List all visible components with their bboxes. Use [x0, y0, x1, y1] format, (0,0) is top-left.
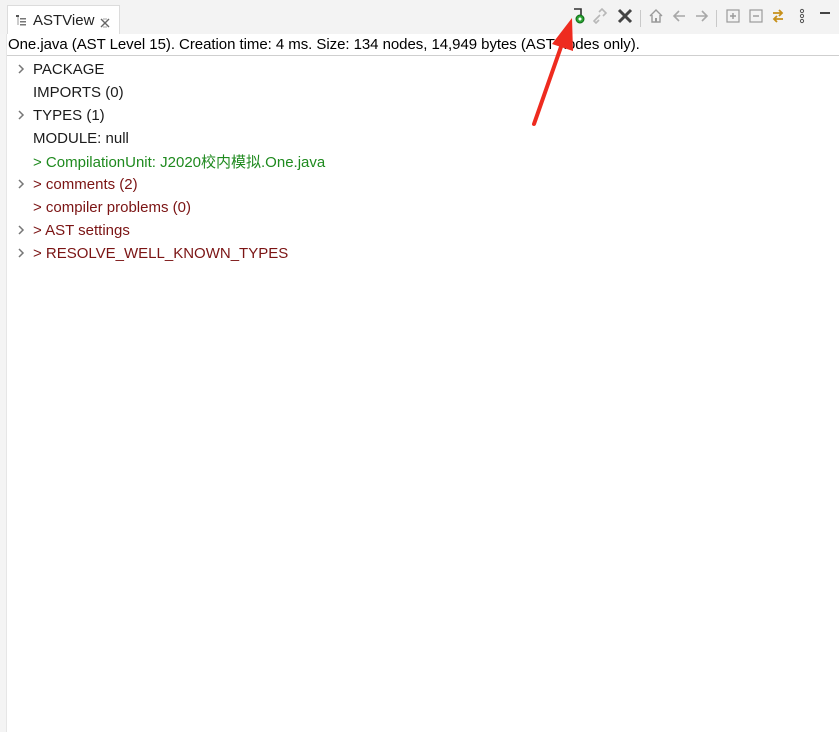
minimize-button[interactable] [816, 4, 834, 24]
back-button[interactable] [670, 8, 688, 28]
status-divider [7, 55, 839, 56]
collapse-all-button[interactable] [747, 8, 765, 28]
left-edge-strip [0, 0, 7, 732]
tree-item[interactable]: > AST settings [7, 219, 839, 242]
tree-item[interactable]: IMPORTS (0) [7, 81, 839, 104]
tree-item-label: > compiler problems (0) [33, 199, 191, 216]
minimize-icon [818, 5, 832, 23]
chevron-right-icon[interactable] [15, 109, 27, 121]
tree-item-label: > CompilationUnit: J2020校内模拟.One.java [33, 154, 326, 171]
tree-item[interactable]: PACKAGE [7, 58, 839, 81]
close-icon[interactable] [100, 15, 110, 28]
chevron-right-icon[interactable] [15, 63, 27, 75]
link-button[interactable] [592, 7, 610, 29]
expand-all-icon [725, 8, 741, 29]
tree-view-icon [15, 14, 28, 27]
arrow-right-icon [694, 8, 710, 29]
clear-button[interactable] [616, 8, 634, 28]
ast-tree: PACKAGE IMPORTS (0) TYPES (1) MODULE: null >… [7, 58, 839, 265]
link-icon [592, 7, 609, 29]
tree-item[interactable]: TYPES (1) [7, 104, 839, 127]
tree-item-label: > comments (2) [33, 176, 138, 193]
tree-item-label: PACKAGE [33, 61, 105, 78]
tree-item-label: > AST settings [33, 222, 130, 239]
tree-item[interactable]: > RESOLVE_WELL_KNOWN_TYPES [7, 242, 839, 265]
collapse-all-icon [748, 8, 764, 29]
view-menu-button[interactable] [793, 8, 811, 28]
tree-item[interactable]: > compiler problems (0) [7, 196, 839, 219]
home-button[interactable] [647, 8, 665, 28]
tree-item-label: > RESOLVE_WELL_KNOWN_TYPES [33, 245, 289, 262]
toolbar-separator [716, 10, 717, 27]
refresh-arrows-icon [770, 7, 786, 30]
tree-item-label: MODULE: null [33, 130, 129, 147]
home-icon [648, 8, 664, 29]
toolbar-separator [640, 10, 641, 27]
chevron-right-icon[interactable] [15, 224, 27, 236]
open-ast-button[interactable] [569, 7, 587, 30]
tree-item-label: IMPORTS (0) [33, 84, 124, 101]
arrow-left-icon [671, 8, 687, 29]
tab-title: ASTView [33, 11, 95, 29]
tree-item[interactable]: > comments (2) [7, 173, 839, 196]
expand-all-button[interactable] [724, 8, 742, 28]
close-x-icon [617, 8, 633, 29]
ast-view-panel: ASTView One.java (AST Level 15). Creatio… [0, 0, 839, 732]
chevron-right-icon[interactable] [15, 247, 27, 259]
tab-bar: ASTView [0, 0, 839, 34]
tree-item[interactable]: > CompilationUnit: J2020校内模拟.One.java [7, 150, 839, 173]
tree-item[interactable]: MODULE: null [7, 127, 839, 150]
tab-astview[interactable]: ASTView [7, 5, 120, 34]
tree-item-label: TYPES (1) [33, 107, 105, 124]
forward-button[interactable] [693, 8, 711, 28]
ast-open-green-icon [570, 7, 586, 30]
vertical-dots-icon [798, 8, 806, 29]
chevron-right-icon[interactable] [15, 178, 27, 190]
status-line: One.java (AST Level 15). Creation time: … [8, 36, 640, 53]
refresh-button[interactable] [769, 8, 787, 28]
